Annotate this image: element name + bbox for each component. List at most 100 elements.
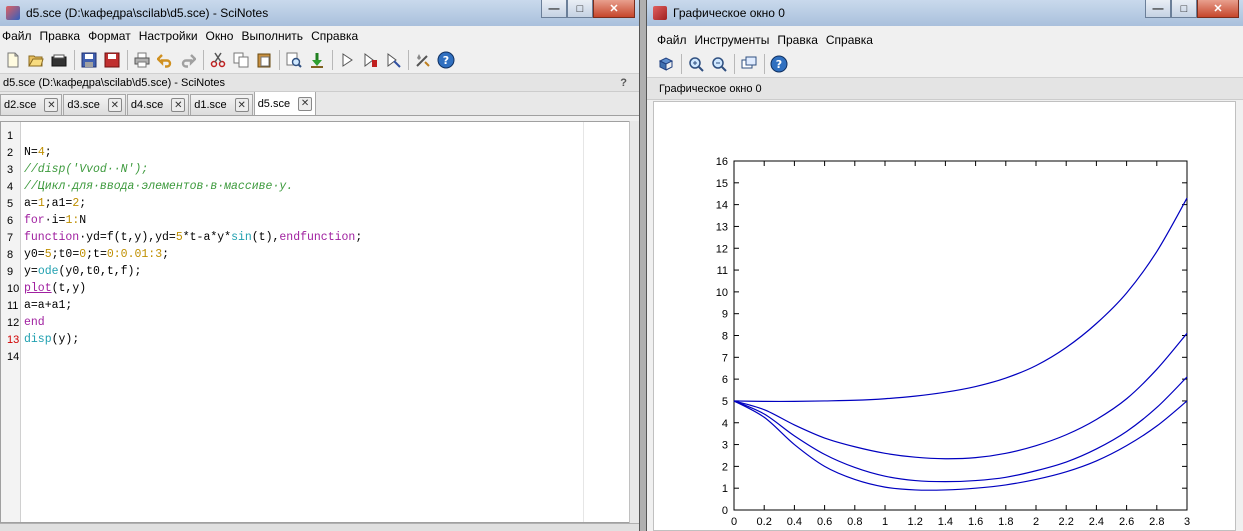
redo-button[interactable] <box>177 49 199 71</box>
code-line[interactable]: 2 N=4; <box>1 144 629 161</box>
code-line[interactable]: 12 end <box>1 314 629 331</box>
graphic-menu-tools[interactable]: Инструменты <box>695 33 770 47</box>
x-tick-label: 2.6 <box>1119 516 1134 528</box>
help-icon: ? <box>770 55 788 72</box>
file-tab[interactable]: d4.sce ✕ <box>126 94 190 115</box>
run-all-icon <box>387 52 401 68</box>
code-token: ·yd=f(t,y),yd= <box>79 231 176 244</box>
menu-edit[interactable]: Правка <box>40 29 81 43</box>
code-token: (y0,t0,t,f); <box>58 265 142 278</box>
subtitle-help-button[interactable]: ? <box>620 77 627 89</box>
code-line[interactable]: 4 //Цикл·для·ввода·элементов·в·массиве·y. <box>1 178 629 195</box>
line-number: 4 <box>7 180 14 193</box>
graphic-menu-edit[interactable]: Правка <box>777 33 818 47</box>
minimize-icon: — <box>1152 2 1164 15</box>
run-until-button[interactable] <box>359 49 381 71</box>
cut-button[interactable] <box>207 49 229 71</box>
scinotes-titlebar[interactable]: d5.sce (D:\кафедра\scilab\d5.sce) - SciN… <box>0 0 639 26</box>
code-line[interactable]: 13 disp(y); <box>1 331 629 348</box>
menu-settings[interactable]: Настройки <box>139 29 198 43</box>
code-line[interactable]: 10 plot(t,y) <box>1 280 629 297</box>
run-all-button[interactable] <box>382 49 404 71</box>
zoom-in-button[interactable] <box>685 53 707 75</box>
datatip-button[interactable] <box>738 53 760 75</box>
graphic-maximize-button[interactable]: □ <box>1171 0 1197 18</box>
run-icon <box>342 52 353 67</box>
editor-vertical-scrollbar[interactable] <box>629 121 639 523</box>
code-line[interactable]: 11 a=a+a1; <box>1 297 629 314</box>
tab-close-icon[interactable]: ✕ <box>171 98 186 112</box>
find-button[interactable] <box>283 49 305 71</box>
copy-button[interactable] <box>230 49 252 71</box>
code-line[interactable]: 9 y=ode(y0,t0,t,f); <box>1 263 629 280</box>
series-line <box>733 400 1188 491</box>
code-line[interactable]: 7 function·yd=f(t,y),yd=5*t-a*y*sin(t),en… <box>1 229 629 246</box>
code-line[interactable]: 6 for·i=1:N <box>1 212 629 229</box>
graphic-help-button[interactable]: ? <box>768 53 790 75</box>
code-editor[interactable]: 1 2 N=4; 3//disp('Vvod··N'); 4 //Цикл·для·вво… <box>0 121 630 523</box>
menu-window[interactable]: Окно <box>206 29 234 43</box>
code-token: 4 <box>37 146 45 159</box>
menu-help[interactable]: Справка <box>311 29 358 43</box>
plot-canvas[interactable]: 0 1 2 3 4 5 6 7 8 9 10 11 12 13 14 15 16 0 0.2 0.4 0.6 0.8 1 1.… <box>653 101 1236 531</box>
undo-button[interactable] <box>154 49 176 71</box>
graphic-minimize-button[interactable]: — <box>1145 0 1171 18</box>
run-button[interactable] <box>336 49 358 71</box>
file-tab[interactable]: d1.sce ✕ <box>190 94 253 115</box>
graphic-close-button[interactable]: ✕ <box>1197 0 1239 18</box>
file-tab[interactable]: d2.sce ✕ <box>0 94 63 115</box>
minimize-button[interactable]: — <box>541 0 567 18</box>
line-number: 3 <box>7 163 14 176</box>
maximize-button[interactable]: □ <box>567 0 593 18</box>
x-tick-label: 2.4 <box>1089 516 1104 528</box>
x-tick-label: 1.2 <box>908 516 923 528</box>
zoom-out-button[interactable] <box>708 53 730 75</box>
open-file-alt-icon <box>51 54 67 66</box>
plot-frame <box>733 160 1188 511</box>
graphic-menu-help[interactable]: Справка <box>826 33 873 47</box>
tab-close-icon[interactable]: ✕ <box>107 98 122 112</box>
close-icon: ✕ <box>1213 3 1223 15</box>
open-file-alt-button[interactable] <box>48 49 70 71</box>
open-file-button[interactable] <box>25 49 47 71</box>
code-token: 0.01 <box>120 248 149 261</box>
tab-close-icon[interactable]: ✕ <box>44 98 59 112</box>
x-tick-label: 2 <box>1033 516 1039 528</box>
code-line[interactable]: 5 a=1;a1=2; <box>1 195 629 212</box>
code-line[interactable]: 8 y0=5;t0=0;t=0:0.01:3; <box>1 246 629 263</box>
line-number: 9 <box>7 265 14 278</box>
execute-file-button[interactable] <box>306 49 328 71</box>
file-tab[interactable]: d3.sce ✕ <box>63 94 126 115</box>
tab-close-icon[interactable]: ✕ <box>234 98 249 112</box>
print-button[interactable] <box>131 49 153 71</box>
graphic-menu-file[interactable]: Файл <box>657 33 687 47</box>
code-line[interactable]: 14 <box>1 348 629 365</box>
code-line[interactable]: 1 <box>1 127 629 144</box>
graphic-titlebar[interactable]: Графическое окно 0 — □ ✕ <box>647 0 1243 26</box>
menu-format[interactable]: Формат <box>88 29 131 43</box>
scinotes-toolbar: ? <box>0 46 639 74</box>
graphic-menubar: Файл Инструменты Правка Справка <box>647 30 1243 50</box>
copy-icon <box>233 52 249 67</box>
file-tab[interactable]: d5.sce ✕ <box>253 91 317 115</box>
menu-file[interactable]: Файл <box>2 29 32 43</box>
line-number: 12 <box>7 316 20 329</box>
graphic-window: Графическое окно 0 — □ ✕ Файл Инструмент… <box>646 0 1243 531</box>
menu-execute[interactable]: Выполнить <box>241 29 303 43</box>
code-text: //Цикл·для·ввода·элементов·в·массиве·y. <box>24 180 293 193</box>
help-button[interactable]: ? <box>435 49 457 71</box>
line-number: 11 <box>7 299 19 312</box>
new-file-button[interactable] <box>2 49 24 71</box>
save-as-button[interactable] <box>101 49 123 71</box>
close-button[interactable]: ✕ <box>593 0 635 18</box>
tab-close-icon[interactable]: ✕ <box>298 96 313 111</box>
save-button[interactable] <box>78 49 100 71</box>
redo-icon <box>181 53 196 68</box>
paste-button[interactable] <box>253 49 275 71</box>
minimize-icon: — <box>548 2 560 15</box>
code-text: for·i=1:N <box>24 214 86 227</box>
rotate-button[interactable] <box>655 53 677 75</box>
code-line[interactable]: 3 //disp('Vvod··N'); <box>1 161 629 178</box>
x-tick-label: 0.2 <box>757 516 772 528</box>
console-button[interactable] <box>412 49 434 71</box>
